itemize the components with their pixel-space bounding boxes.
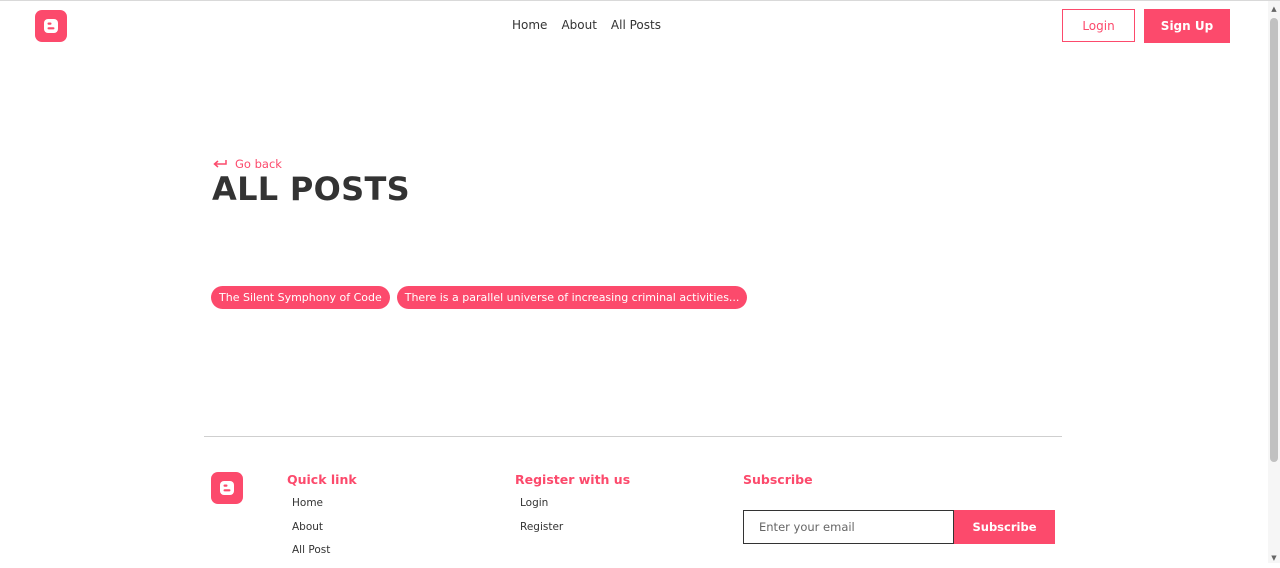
subscribe-button[interactable]: Subscribe xyxy=(954,510,1055,544)
footer-link-about[interactable]: About xyxy=(292,521,357,545)
post-tag[interactable]: The Silent Symphony of Code xyxy=(211,286,390,309)
blogger-b-icon xyxy=(220,481,234,495)
footer-link-home[interactable]: Home xyxy=(292,497,357,521)
post-tag[interactable]: There is a parallel universe of increasi… xyxy=(396,286,748,309)
arrow-return-left-icon xyxy=(213,160,227,168)
footer-register: Register with us Login Register xyxy=(515,472,630,544)
main-nav: Home About All Posts xyxy=(512,18,661,32)
nav-about[interactable]: About xyxy=(561,18,596,32)
login-button[interactable]: Login xyxy=(1062,9,1135,42)
scroll-up-icon[interactable]: ▲ xyxy=(1270,5,1278,13)
footer-link-login[interactable]: Login xyxy=(520,497,630,521)
scrollbar-thumb[interactable] xyxy=(1270,18,1278,462)
vertical-scrollbar[interactable]: ▲ ▼ xyxy=(1268,1,1280,563)
footer-link-register[interactable]: Register xyxy=(520,521,630,545)
scroll-down-icon[interactable]: ▼ xyxy=(1270,554,1278,562)
footer-link-all-post[interactable]: All Post xyxy=(292,544,357,568)
site-logo[interactable] xyxy=(35,10,67,42)
subscribe-heading: Subscribe xyxy=(743,472,813,487)
nav-all-posts[interactable]: All Posts xyxy=(611,18,661,32)
nav-home[interactable]: Home xyxy=(512,18,547,32)
footer-logo[interactable] xyxy=(211,472,243,504)
page-title: ALL POSTS xyxy=(212,170,410,208)
register-heading: Register with us xyxy=(515,472,631,487)
footer-divider xyxy=(204,436,1062,437)
go-back-label: Go back xyxy=(235,157,282,171)
signup-button[interactable]: Sign Up xyxy=(1144,9,1230,43)
quick-link-heading: Quick link xyxy=(287,472,357,487)
post-tags: The Silent Symphony of Code There is a p… xyxy=(211,286,748,309)
footer-quick-links: Quick link Home About All Post xyxy=(287,472,357,568)
go-back-link[interactable]: Go back xyxy=(212,157,282,171)
blogger-b-icon xyxy=(44,19,58,33)
site-header: Home About All Posts Login Sign Up xyxy=(0,0,1268,52)
email-field[interactable] xyxy=(743,510,954,544)
footer-subscribe: Subscribe xyxy=(743,472,813,497)
